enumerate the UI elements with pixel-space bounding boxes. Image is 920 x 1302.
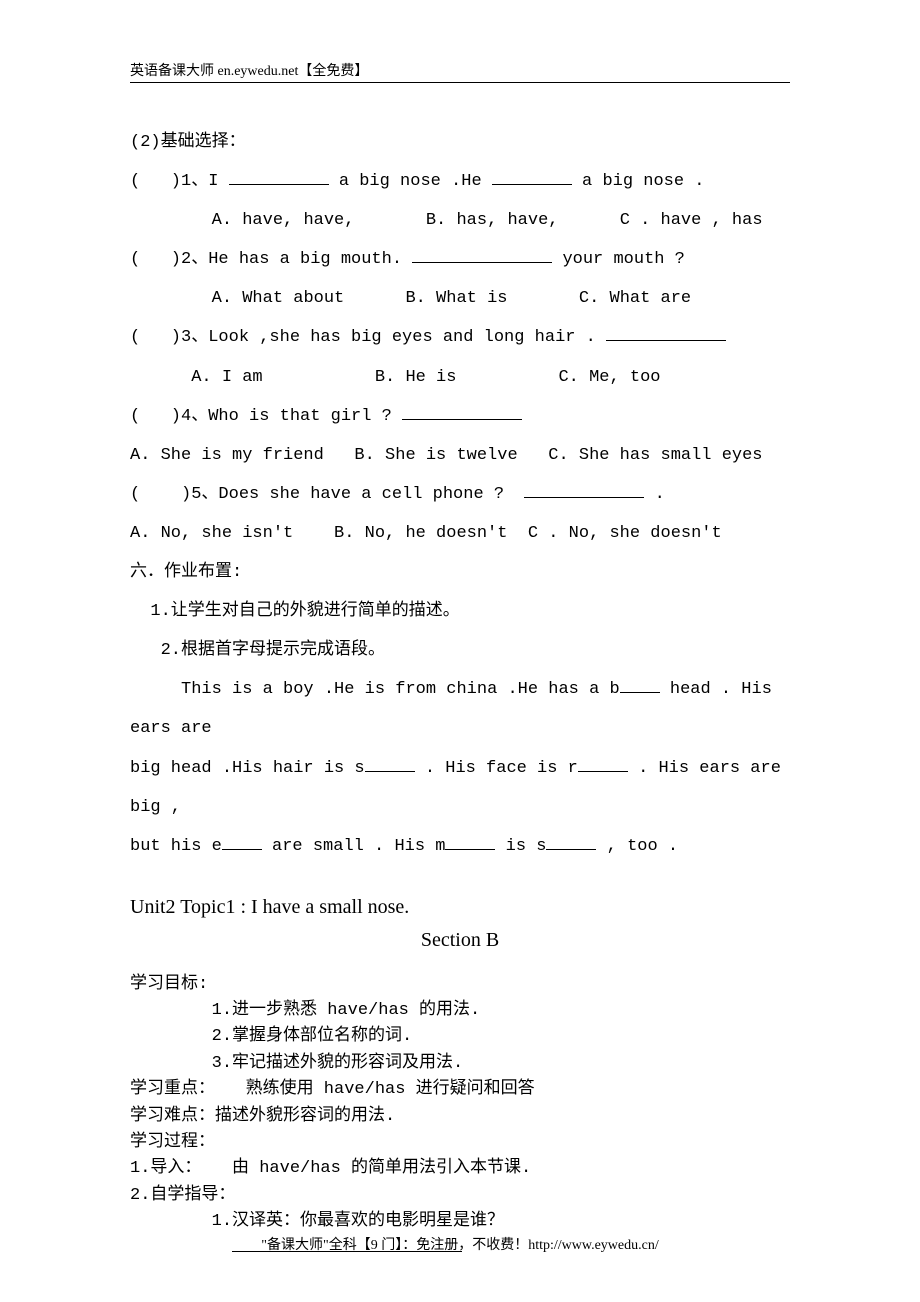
blank xyxy=(412,246,552,263)
q4-opts: A. She is my friend B. She is twelve C. … xyxy=(130,436,790,475)
hw-pg: are small . His m xyxy=(262,837,446,856)
hw-item1: 1.让学生对自己的外貌进行简单的描述。 xyxy=(130,592,790,631)
focus: 学习重点： 熟练使用 have/has 进行疑问和回答 xyxy=(130,1077,790,1103)
q2-b: your mouth ? xyxy=(552,250,685,269)
q4-a: ( )4、Who is that girl ? xyxy=(130,407,402,426)
unit-title: Unit2 Topic1 : I have a small nose. xyxy=(130,896,790,919)
page-content: 英语备课大师 en.eywedu.net【全免费】 (2)基础选择： ( )1、… xyxy=(0,0,920,1263)
exercise-block: (2)基础选择： ( )1、I a big nose .He a big nos… xyxy=(130,123,790,866)
hw-pi: , too . xyxy=(596,837,678,856)
process-2: 2.自学指导： xyxy=(130,1183,790,1209)
section-title: Section B xyxy=(130,929,790,952)
blank xyxy=(229,168,329,185)
blank xyxy=(402,403,522,420)
q3-a: ( )3、Look ,she has big eyes and long hai… xyxy=(130,328,606,347)
hw-pa: This is a boy .He is from china .He has … xyxy=(130,680,620,699)
blank xyxy=(492,168,572,185)
hw-passage-l1: This is a boy .He is from china .He has … xyxy=(130,670,790,748)
blank xyxy=(524,481,644,498)
goals-heading: 学习目标: xyxy=(130,972,790,998)
q5-a: ( )5、Does she have a cell phone ? xyxy=(130,485,524,504)
q1-a: ( )1、I xyxy=(130,172,229,191)
hw-title: 六．作业布置: xyxy=(130,553,790,592)
goal-1: 1.进一步熟悉 have/has 的用法. xyxy=(130,998,790,1024)
blank xyxy=(606,324,726,341)
goal-2: 2.掌握身体部位名称的词. xyxy=(130,1024,790,1050)
q3-stem: ( )3、Look ,she has big eyes and long hai… xyxy=(130,318,790,357)
process-3: 1.汉译英：你最喜欢的电影明星是谁？ xyxy=(130,1209,790,1235)
q2-opts: A. What about B. What is C. What are xyxy=(130,279,790,318)
q3-opts: A. I am B. He is C. Me, too xyxy=(130,358,790,397)
hw-pc: big head .His hair is s xyxy=(130,759,365,778)
blank xyxy=(445,833,495,850)
q1-stem: ( )1、I a big nose .He a big nose . xyxy=(130,162,790,201)
hw-pd: . His face is r xyxy=(415,759,578,778)
page-footer: "备课大师"全科【9 门】：免注册，不收费！http://www.eywedu.… xyxy=(0,1234,920,1254)
hw-pf: but his e xyxy=(130,837,222,856)
hw-passage-l3: but his e are small . His m is s , too . xyxy=(130,827,790,866)
q4-stem: ( )4、Who is that girl ? xyxy=(130,397,790,436)
goal-3: 3.牢记描述外貌的形容词及用法. xyxy=(130,1051,790,1077)
q5-opts: A. No, she isn't B. No, he doesn't C . N… xyxy=(130,514,790,553)
goals-block: 学习目标: 1.进一步熟悉 have/has 的用法. 2.掌握身体部位名称的词… xyxy=(130,972,790,1263)
exercise2-title: (2)基础选择： xyxy=(130,123,790,162)
q1-opts: A. have, have, B. has, have, C . have , … xyxy=(130,201,790,240)
header-text: 英语备课大师 en.eywedu.net【全免费】 xyxy=(130,64,368,79)
hw-passage-l2: big head .His hair is s . His face is r … xyxy=(130,749,790,827)
process-1: 1.导入： 由 have/has 的简单用法引入本节课. xyxy=(130,1156,790,1182)
blank xyxy=(546,833,596,850)
q1-c: a big nose . xyxy=(572,172,705,191)
difficulty: 学习难点：描述外貌形容词的用法. xyxy=(130,1104,790,1130)
q1-b: a big nose .He xyxy=(329,172,492,191)
q5-b: . xyxy=(644,485,664,504)
hw-ph: is s xyxy=(495,837,546,856)
q2-stem: ( )2、He has a big mouth. your mouth ? xyxy=(130,240,790,279)
q5-stem: ( )5、Does she have a cell phone ? . xyxy=(130,475,790,514)
blank xyxy=(222,833,262,850)
page-header: 英语备课大师 en.eywedu.net【全免费】 xyxy=(130,60,790,83)
blank xyxy=(365,755,415,772)
blank xyxy=(620,676,660,693)
blank xyxy=(578,755,628,772)
q2-a: ( )2、He has a big mouth. xyxy=(130,250,412,269)
hw-item2: 2.根据首字母提示完成语段。 xyxy=(130,631,790,670)
footer-text: "备课大师"全科【9 门】：免注册，不收费！http://www.eywedu.… xyxy=(261,1238,658,1253)
process-heading: 学习过程： xyxy=(130,1130,790,1156)
